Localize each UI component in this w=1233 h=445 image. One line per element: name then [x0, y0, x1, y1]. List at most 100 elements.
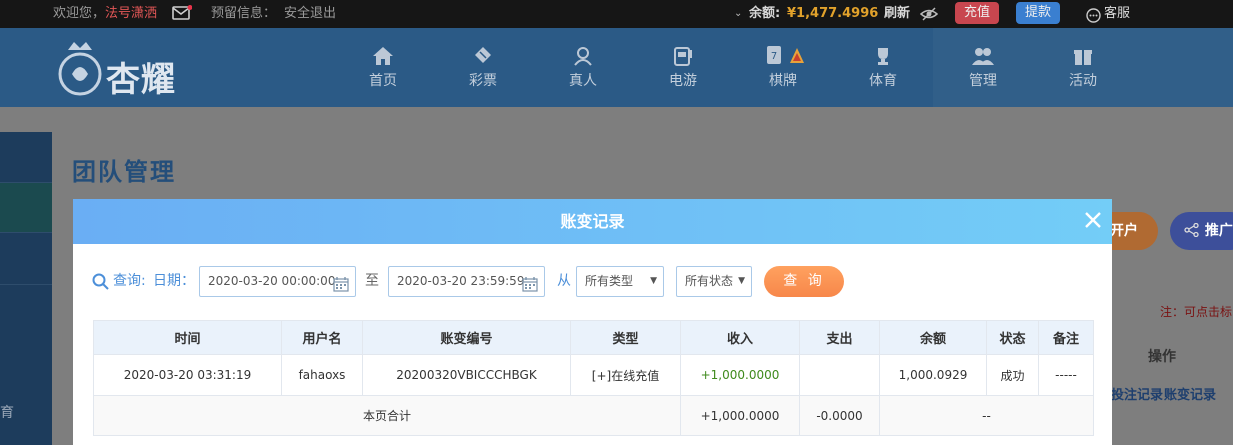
table-header-row: 时间 用户名 账变编号 类型 收入 支出 余额 状态 备注 [93, 320, 1094, 355]
gift-icon [1043, 40, 1123, 66]
promote-button[interactable]: 推广 [1170, 212, 1233, 250]
summary-row: 本页合计 +1,000.0000 -0.0000 -- [93, 395, 1094, 436]
open-account-label: 开户 [1110, 223, 1138, 239]
nav-management[interactable]: 管理 [943, 40, 1023, 90]
account-change-modal: 账变记录 查询: 日期： 2020-03-20 00:00:00 至 2020-… [73, 199, 1112, 445]
column-header-status: 状态 [986, 320, 1039, 355]
end-date-input[interactable]: 2020-03-20 23:59:59 [388, 266, 545, 297]
sidebar-item-label[interactable]: 育 [0, 402, 14, 422]
nav-lottery[interactable]: 彩票 [443, 40, 523, 90]
nav-label: 真人 [569, 73, 597, 89]
sidebar-divider [0, 182, 52, 183]
calendar-icon[interactable] [333, 274, 349, 303]
end-date-value: 2020-03-20 23:59:59 [397, 274, 525, 288]
column-header-type: 类型 [570, 320, 681, 355]
type-select[interactable]: 所有类型 ▼ [576, 266, 664, 297]
dropdown-arrow-icon: ▼ [650, 276, 657, 286]
slot-machine-icon [643, 40, 723, 66]
cell-balance: 1,000.0929 [879, 354, 987, 396]
cell-time: 2020-03-20 03:31:19 [93, 354, 282, 396]
nav-label: 棋牌 [769, 73, 797, 89]
nav-events[interactable]: 活动 [1043, 40, 1123, 90]
deposit-button[interactable]: 充值 [955, 2, 1000, 24]
search-icon [92, 273, 109, 294]
balance-value: ¥1,477.4996 [787, 6, 879, 21]
type-select-value: 所有类型 [585, 274, 634, 288]
sidebar-divider [0, 232, 52, 233]
column-header-user: 用户名 [281, 320, 363, 355]
site-logo[interactable]: 杏耀 [54, 36, 204, 100]
cell-status: 成功 [986, 354, 1039, 396]
to-label: 至 [365, 273, 379, 289]
top-bar: 欢迎您， 法号潇洒 预留信息： 安全退出 ⌄ 余额: ¥1,477.4996 刷… [0, 0, 1233, 28]
refresh-link[interactable]: 刷新 [884, 0, 910, 27]
home-icon [343, 40, 423, 66]
table-row: 2020-03-20 03:31:19 fahaoxs 20200320VBIC… [93, 354, 1094, 396]
column-header-id: 账变编号 [362, 320, 571, 355]
logout-link[interactable]: 安全退出 [284, 0, 336, 27]
nav-home[interactable]: 首页 [343, 40, 423, 90]
mail-icon[interactable] [172, 4, 193, 31]
share-icon [1184, 222, 1200, 239]
nav-label: 彩票 [469, 73, 497, 89]
summary-rest: -- [879, 395, 1094, 436]
cards-icon: 7 [743, 40, 823, 66]
nav-label: 活动 [1069, 73, 1097, 89]
start-date-input[interactable]: 2020-03-20 00:00:00 [199, 266, 356, 297]
status-select-value: 所有状态 [685, 274, 734, 288]
records-table: 时间 用户名 账变编号 类型 收入 支出 余额 状态 备注 2020-03-20… [93, 320, 1094, 436]
summary-income: +1,000.0000 [680, 395, 800, 436]
withdraw-button[interactable]: 提款 [1016, 2, 1061, 24]
column-header-balance: 余额 [879, 320, 987, 355]
column-header-remark: 备注 [1038, 320, 1094, 355]
column-header-action: 操作 [1148, 349, 1176, 365]
trophy-icon [843, 40, 923, 66]
query-button[interactable]: 查 询 [764, 266, 844, 297]
account-record-link[interactable]: 账变记录 [1164, 384, 1216, 403]
column-header-time: 时间 [93, 320, 282, 355]
from-label: 从 [557, 273, 571, 289]
query-label: 查询: [113, 273, 146, 289]
query-bar: 查询: 日期： 2020-03-20 00:00:00 至 2020-03-20… [73, 266, 1112, 297]
nav-label: 体育 [869, 73, 897, 89]
promote-label: 推广 [1204, 223, 1233, 239]
svg-text:7: 7 [771, 51, 777, 62]
welcome-text: 欢迎您， [53, 6, 106, 21]
ticket-icon [443, 40, 523, 66]
cell-expense [799, 354, 880, 396]
date-label: 日期： [153, 273, 195, 289]
cell-id: 20200320VBICCCHBGK [362, 354, 571, 396]
main-header: 杏耀 首页 彩票 真人 电游 7 棋牌 体育 管理 活动 [0, 28, 1233, 107]
username[interactable]: 法号潇洒 [105, 0, 157, 27]
reserved-info-label: 预留信息： [211, 6, 277, 21]
status-select[interactable]: 所有状态 ▼ [676, 266, 752, 297]
summary-label: 本页合计 [93, 395, 681, 436]
chevron-down-icon[interactable]: ⌄ [734, 0, 742, 27]
team-icon [943, 40, 1023, 66]
column-header-expense: 支出 [799, 320, 880, 355]
sidebar: 育 [0, 132, 52, 445]
bet-record-link[interactable]: 投注记录 [1111, 384, 1163, 403]
cell-user: fahaoxs [281, 354, 363, 396]
nav-label: 电游 [669, 73, 697, 89]
hint-note: 注：可点击标 [1160, 305, 1233, 319]
nav-label: 管理 [969, 73, 997, 89]
logo-text: 杏耀 [106, 60, 176, 100]
summary-expense: -0.0000 [799, 395, 880, 436]
nav-live[interactable]: 真人 [543, 40, 623, 90]
nav-cards[interactable]: 7 棋牌 [743, 40, 823, 90]
cell-type: [+]在线充值 [570, 354, 681, 396]
balance-label: 余额: [749, 6, 781, 21]
sidebar-item-selected[interactable] [0, 182, 52, 232]
cell-income: +1,000.0000 [680, 354, 800, 396]
modal-title: 账变记录 [560, 212, 625, 231]
calendar-icon[interactable] [522, 274, 538, 303]
cell-remark: ----- [1038, 354, 1094, 396]
column-header-income: 收入 [680, 320, 800, 355]
start-date-value: 2020-03-20 00:00:00 [208, 274, 336, 288]
nav-slots[interactable]: 电游 [643, 40, 723, 90]
nav-label: 首页 [369, 73, 397, 89]
support-link[interactable]: 客服 [1104, 0, 1130, 27]
close-icon[interactable] [1080, 207, 1106, 233]
nav-sports[interactable]: 体育 [843, 40, 923, 90]
